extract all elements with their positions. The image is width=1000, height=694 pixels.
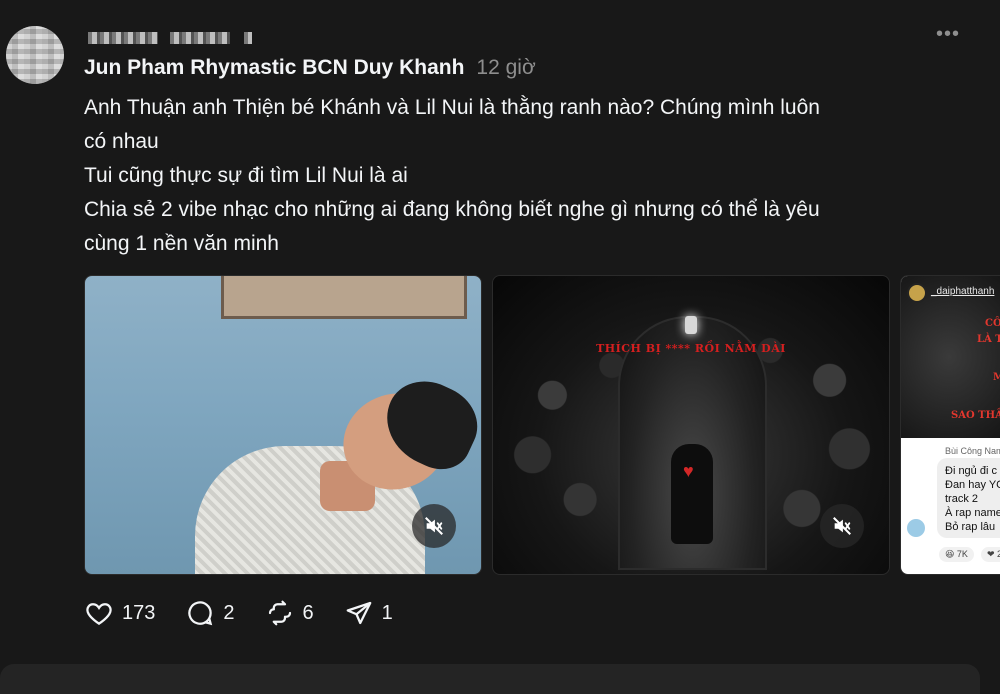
lamp [685, 316, 697, 334]
blurred-username [88, 32, 158, 44]
repost-button[interactable]: 6 [265, 598, 314, 628]
window-frame [221, 276, 467, 319]
speaker-muted-icon [833, 517, 851, 535]
mute-button[interactable] [412, 504, 456, 548]
avatar[interactable] [6, 26, 64, 84]
mute-button[interactable] [820, 504, 864, 548]
comment-line: Đi ngủ đi c [945, 465, 997, 477]
video-title-text: THÍCH BỊ **** RỒI NẰM DÀI [596, 342, 786, 355]
comment-button[interactable]: 2 [185, 598, 235, 628]
author-name[interactable]: Jun Pham Rhymastic BCN Duy Khanh [84, 56, 464, 80]
post-time: 12 giờ [476, 56, 536, 79]
screenshot-username: _daiphatthanh [931, 286, 995, 297]
post-line: có nhau [84, 130, 159, 153]
red-text: SAO THẦN [951, 410, 1000, 421]
reaction-count: ❤ 2 [981, 547, 1000, 562]
comment-line: track 2 [945, 493, 979, 505]
red-text: M [993, 372, 1000, 383]
repost-count: 6 [302, 601, 314, 624]
red-text: CÔ [985, 318, 1000, 329]
repost-icon [268, 600, 291, 626]
like-button[interactable]: 173 [84, 598, 155, 628]
post-header: Jun Pham Rhymastic BCN Duy Khanh 12 giờ [84, 56, 536, 80]
post-line: Anh Thuận anh Thiện bé Khánh và Lil Nui … [84, 96, 820, 119]
post-actions: 173 2 6 1 [84, 598, 423, 628]
comment-line: Đan hay YC [945, 479, 1000, 491]
share-button[interactable]: 1 [344, 598, 393, 628]
comment-icon [188, 601, 213, 626]
heart-icon: ♥ [683, 461, 694, 481]
video-thumbnail-1[interactable] [84, 275, 482, 575]
post-text: Anh Thuận anh Thiện bé Khánh và Lil Nui … [84, 91, 964, 261]
comment-line: À rap name [945, 507, 1000, 519]
more-icon[interactable]: ••• [936, 24, 960, 44]
screenshot-thumbnail-3[interactable]: _daiphatthanh CÔ LÀ T M SAO THẦN Bùi Côn… [900, 275, 1000, 575]
like-count: 173 [122, 601, 156, 624]
heart-icon [86, 603, 112, 625]
speaker-muted-icon [425, 517, 443, 535]
commenter-name: Bùi Công Nam [945, 446, 1000, 456]
comment-line: Bỏ rap lâu [945, 521, 996, 533]
post-line: Tui cũng thực sự đi tìm Lil Nui là ai [84, 164, 408, 187]
video-thumbnail-2[interactable]: THÍCH BỊ **** RỒI NẰM DÀI ♥ [492, 275, 890, 575]
post-line: Chia sẻ 2 vibe nhạc cho những ai đang kh… [84, 198, 820, 221]
figure [671, 444, 713, 544]
reaction-count: 😆 7K [939, 547, 974, 562]
red-text: LÀ T [977, 334, 1000, 345]
commenter-avatar [907, 519, 925, 537]
post-line: cùng 1 nền văn minh [84, 232, 279, 255]
blurred-username-part [170, 32, 230, 44]
share-count: 1 [381, 601, 393, 624]
comment-count: 2 [223, 601, 235, 624]
next-post-edge [0, 664, 980, 694]
comment-text: Đi ngủ đi c Đan hay YC track 2 À rap nam… [945, 464, 1000, 534]
profile-badge-icon [907, 283, 927, 303]
send-icon [346, 601, 371, 625]
blurred-username-dot [244, 32, 252, 44]
